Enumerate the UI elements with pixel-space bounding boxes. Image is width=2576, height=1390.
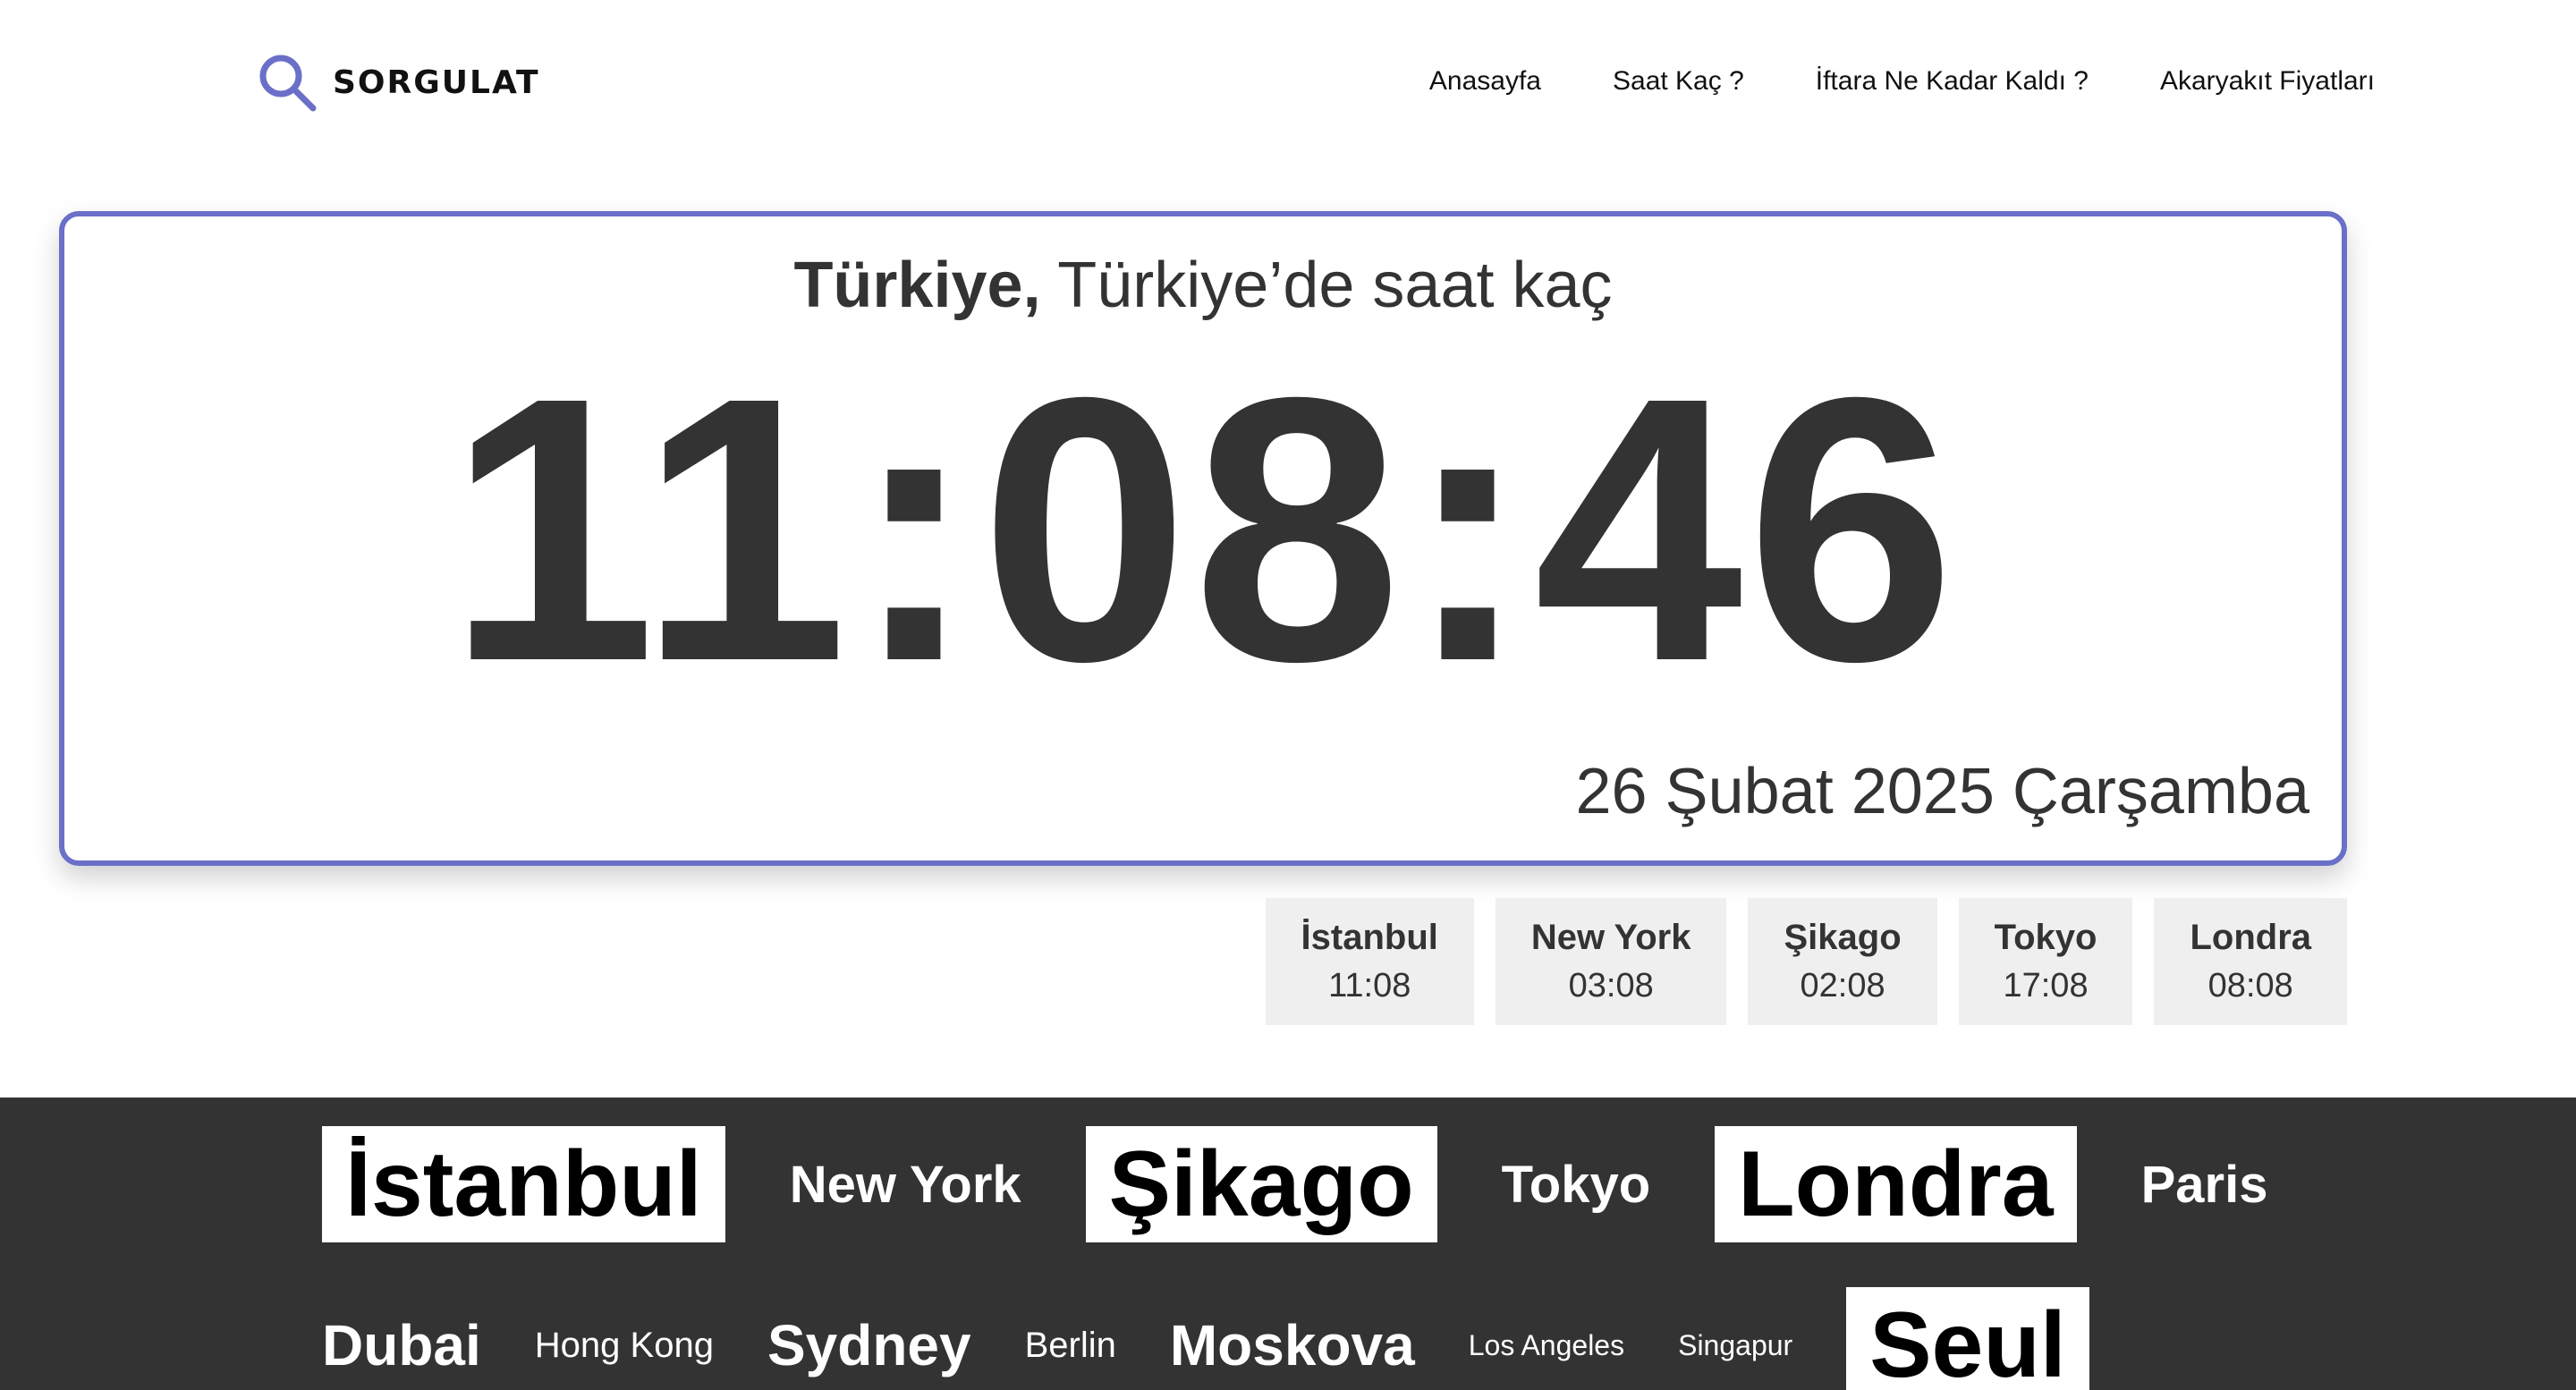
clock-heading-text: Türkiye’de saat kaç <box>1040 250 1613 321</box>
world-clock-new-york[interactable]: New York 03:08 <box>1495 898 1727 1025</box>
world-clock-londra[interactable]: Londra 08:08 <box>2154 898 2347 1025</box>
city-link-seul[interactable]: Seul <box>1846 1287 2089 1390</box>
world-clock-city: İstanbul <box>1301 918 1438 957</box>
clock-heading: Türkiye, Türkiye’de saat kaç <box>64 249 2342 322</box>
current-date: 26 Şubat 2025 Çarşamba <box>1575 756 2309 827</box>
nav-item-anasayfa[interactable]: Anasayfa <box>1429 66 1541 97</box>
search-icon <box>259 55 317 112</box>
world-clock-istanbul[interactable]: İstanbul 11:08 <box>1265 898 1474 1025</box>
logo-text: SORGULAT <box>333 64 540 101</box>
city-links-row: İstanbul New York Şikago Tokyo Londra Pa… <box>322 1126 2267 1242</box>
nav-item-iftara-ne-kadar-kaldi[interactable]: İftara Ne Kadar Kaldı ? <box>1816 66 2089 97</box>
city-link-dubai[interactable]: Dubai <box>322 1312 481 1378</box>
main-nav: Anasayfa Saat Kaç ? İftara Ne Kadar Kald… <box>1429 66 2375 97</box>
site-header: SORGULAT Anasayfa Saat Kaç ? İftara Ne K… <box>0 0 2576 170</box>
city-link-new-york[interactable]: New York <box>790 1155 1021 1215</box>
country-name: Türkiye, <box>793 250 1041 321</box>
world-clock-time: 03:08 <box>1568 967 1654 1004</box>
clock-card: Türkiye, Türkiye’de saat kaç 11:08:46 26… <box>59 211 2347 866</box>
nav-item-saat-kac[interactable]: Saat Kaç ? <box>1613 66 1744 97</box>
nav-item-akaryakit-fiyatlari[interactable]: Akaryakıt Fiyatları <box>2160 66 2375 97</box>
city-link-tokyo[interactable]: Tokyo <box>1502 1155 1651 1215</box>
city-link-londra[interactable]: Londra <box>1715 1126 2077 1242</box>
city-link-berlin[interactable]: Berlin <box>1025 1326 1116 1366</box>
city-link-istanbul[interactable]: İstanbul <box>322 1126 725 1242</box>
city-links-band: İstanbul New York Şikago Tokyo Londra Pa… <box>0 1098 2576 1390</box>
world-clock-city: Şikago <box>1784 918 1902 957</box>
world-clock-tokyo[interactable]: Tokyo 17:08 <box>1958 898 2133 1025</box>
city-link-sikago[interactable]: Şikago <box>1085 1126 1437 1242</box>
world-clock-time: 11:08 <box>1328 967 1411 1004</box>
world-clock-city: Tokyo <box>1994 918 2097 957</box>
world-clock-city: New York <box>1530 918 1691 957</box>
world-clock-time: 02:08 <box>1800 967 1885 1004</box>
world-clock-city: Londra <box>2190 918 2311 957</box>
city-link-singapur[interactable]: Singapur <box>1678 1329 1792 1362</box>
city-link-sydney[interactable]: Sydney <box>767 1312 971 1378</box>
world-clock-time: 17:08 <box>2003 967 2089 1004</box>
city-link-moskova[interactable]: Moskova <box>1170 1312 1415 1378</box>
city-links-row: Dubai Hong Kong Sydney Berlin Moskova Lo… <box>322 1287 2089 1390</box>
current-time: 11:08:46 <box>446 320 1960 740</box>
world-clocks: İstanbul 11:08 New York 03:08 Şikago 02:… <box>1265 898 2347 1025</box>
logo[interactable]: SORGULAT <box>254 50 540 114</box>
page: SORGULAT Anasayfa Saat Kaç ? İftara Ne K… <box>0 0 2576 1390</box>
city-link-hong-kong[interactable]: Hong Kong <box>535 1326 714 1366</box>
city-link-los-angeles[interactable]: Los Angeles <box>1469 1329 1624 1362</box>
world-clock-sikago[interactable]: Şikago 02:08 <box>1748 898 1937 1025</box>
city-link-paris[interactable]: Paris <box>2141 1155 2268 1215</box>
world-clock-time: 08:08 <box>2207 967 2293 1004</box>
